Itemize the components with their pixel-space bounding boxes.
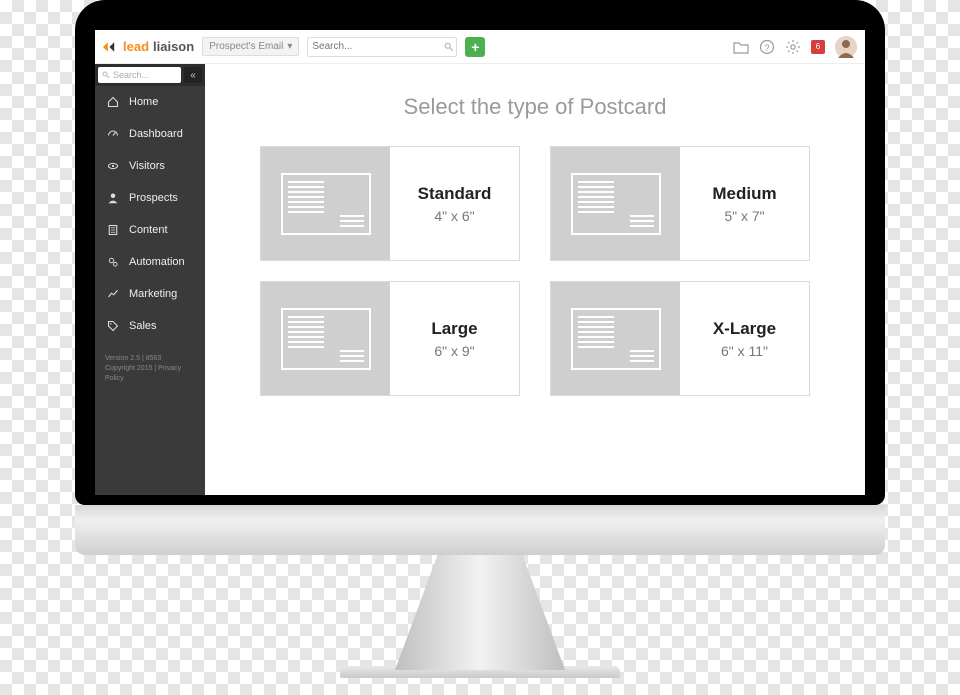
postcard-icon — [281, 173, 371, 235]
gears-icon — [105, 254, 121, 270]
logo-text-secondary: liaison — [153, 39, 194, 54]
add-button[interactable]: + — [465, 37, 485, 57]
copyright-text: Copyright 2015 | Privacy Policy — [105, 364, 195, 384]
chart-icon — [105, 286, 121, 302]
monitor-frame: lead liaison Prospect's Email ▾ + — [75, 0, 885, 695]
app-screen: lead liaison Prospect's Email ▾ + — [95, 30, 865, 495]
sidebar-item-label: Marketing — [129, 288, 177, 300]
chevron-down-icon: ▾ — [287, 41, 292, 52]
postcard-icon — [571, 173, 661, 235]
chevron-left-icon: « — [190, 70, 196, 81]
sidebar-footer: Version 2.5 | 8563 Copyright 2015 | Priv… — [95, 348, 205, 389]
sidebar-item-label: Sales — [129, 320, 157, 332]
postcard-preview — [551, 282, 680, 395]
tag-icon — [105, 318, 121, 334]
monitor-stand — [395, 555, 565, 670]
postcard-option-name: X-Large — [713, 319, 776, 339]
sidebar: Search... « Home Dashboard — [95, 64, 205, 495]
user-icon — [105, 190, 121, 206]
help-icon[interactable]: ? — [759, 39, 775, 55]
sidebar-item-home[interactable]: Home — [95, 86, 205, 118]
sidebar-item-automation[interactable]: Automation — [95, 246, 205, 278]
sidebar-item-label: Visitors — [129, 160, 165, 172]
gear-icon[interactable] — [785, 39, 801, 55]
postcard-preview — [261, 282, 390, 395]
notification-badge[interactable]: 6 — [811, 40, 825, 54]
logo[interactable]: lead liaison — [103, 39, 194, 54]
sidebar-item-sales[interactable]: Sales — [95, 310, 205, 342]
notification-count: 6 — [816, 42, 820, 51]
global-search[interactable] — [307, 37, 457, 57]
sidebar-item-marketing[interactable]: Marketing — [95, 278, 205, 310]
sidebar-item-visitors[interactable]: Visitors — [95, 150, 205, 182]
global-search-input[interactable] — [312, 41, 444, 52]
postcard-option-name: Large — [431, 319, 477, 339]
plus-icon: + — [471, 39, 479, 55]
scope-filter-dropdown[interactable]: Prospect's Email ▾ — [202, 37, 299, 56]
sidebar-item-dashboard[interactable]: Dashboard — [95, 118, 205, 150]
scope-filter-label: Prospect's Email — [209, 41, 283, 52]
postcard-type-grid: Standard 4" x 6" — [260, 146, 810, 396]
dashboard-icon — [105, 126, 121, 142]
sidebar-item-content[interactable]: Content — [95, 214, 205, 246]
folder-icon[interactable] — [733, 39, 749, 55]
postcard-icon — [571, 308, 661, 370]
postcard-preview — [551, 147, 680, 260]
sidebar-search-placeholder: Search... — [113, 70, 149, 80]
postcard-option-dimensions: 4" x 6" — [434, 208, 474, 224]
postcard-option-xlarge[interactable]: X-Large 6" x 11" — [550, 281, 810, 396]
sidebar-search[interactable]: Search... — [98, 67, 181, 83]
postcard-option-name: Standard — [418, 184, 492, 204]
sidebar-item-label: Content — [129, 224, 168, 236]
topbar: lead liaison Prospect's Email ▾ + — [95, 30, 865, 64]
search-icon — [444, 39, 454, 55]
postcard-option-large[interactable]: Large 6" x 9" — [260, 281, 520, 396]
monitor-chin — [75, 505, 885, 555]
sidebar-collapse-button[interactable]: « — [184, 67, 202, 83]
sidebar-item-label: Dashboard — [129, 128, 183, 140]
search-icon — [102, 71, 110, 79]
postcard-option-standard[interactable]: Standard 4" x 6" — [260, 146, 520, 261]
version-text: Version 2.5 | 8563 — [105, 354, 195, 364]
postcard-option-medium[interactable]: Medium 5" x 7" — [550, 146, 810, 261]
postcard-option-dimensions: 6" x 11" — [721, 343, 768, 359]
postcard-option-name: Medium — [712, 184, 776, 204]
postcard-icon — [281, 308, 371, 370]
main-content: Select the type of Postcard Standard — [205, 64, 865, 495]
page-title: Select the type of Postcard — [245, 94, 825, 120]
svg-text:?: ? — [764, 43, 769, 53]
sidebar-item-prospects[interactable]: Prospects — [95, 182, 205, 214]
postcard-preview — [261, 147, 390, 260]
postcard-option-dimensions: 6" x 9" — [434, 343, 474, 359]
logo-icon — [103, 40, 119, 54]
postcard-option-dimensions: 5" x 7" — [724, 208, 764, 224]
sidebar-item-label: Home — [129, 96, 158, 108]
file-icon — [105, 222, 121, 238]
sidebar-item-label: Automation — [129, 256, 185, 268]
sidebar-item-label: Prospects — [129, 192, 178, 204]
logo-text-primary: lead — [123, 39, 149, 54]
home-icon — [105, 94, 121, 110]
avatar[interactable] — [835, 36, 857, 58]
eye-icon — [105, 158, 121, 174]
